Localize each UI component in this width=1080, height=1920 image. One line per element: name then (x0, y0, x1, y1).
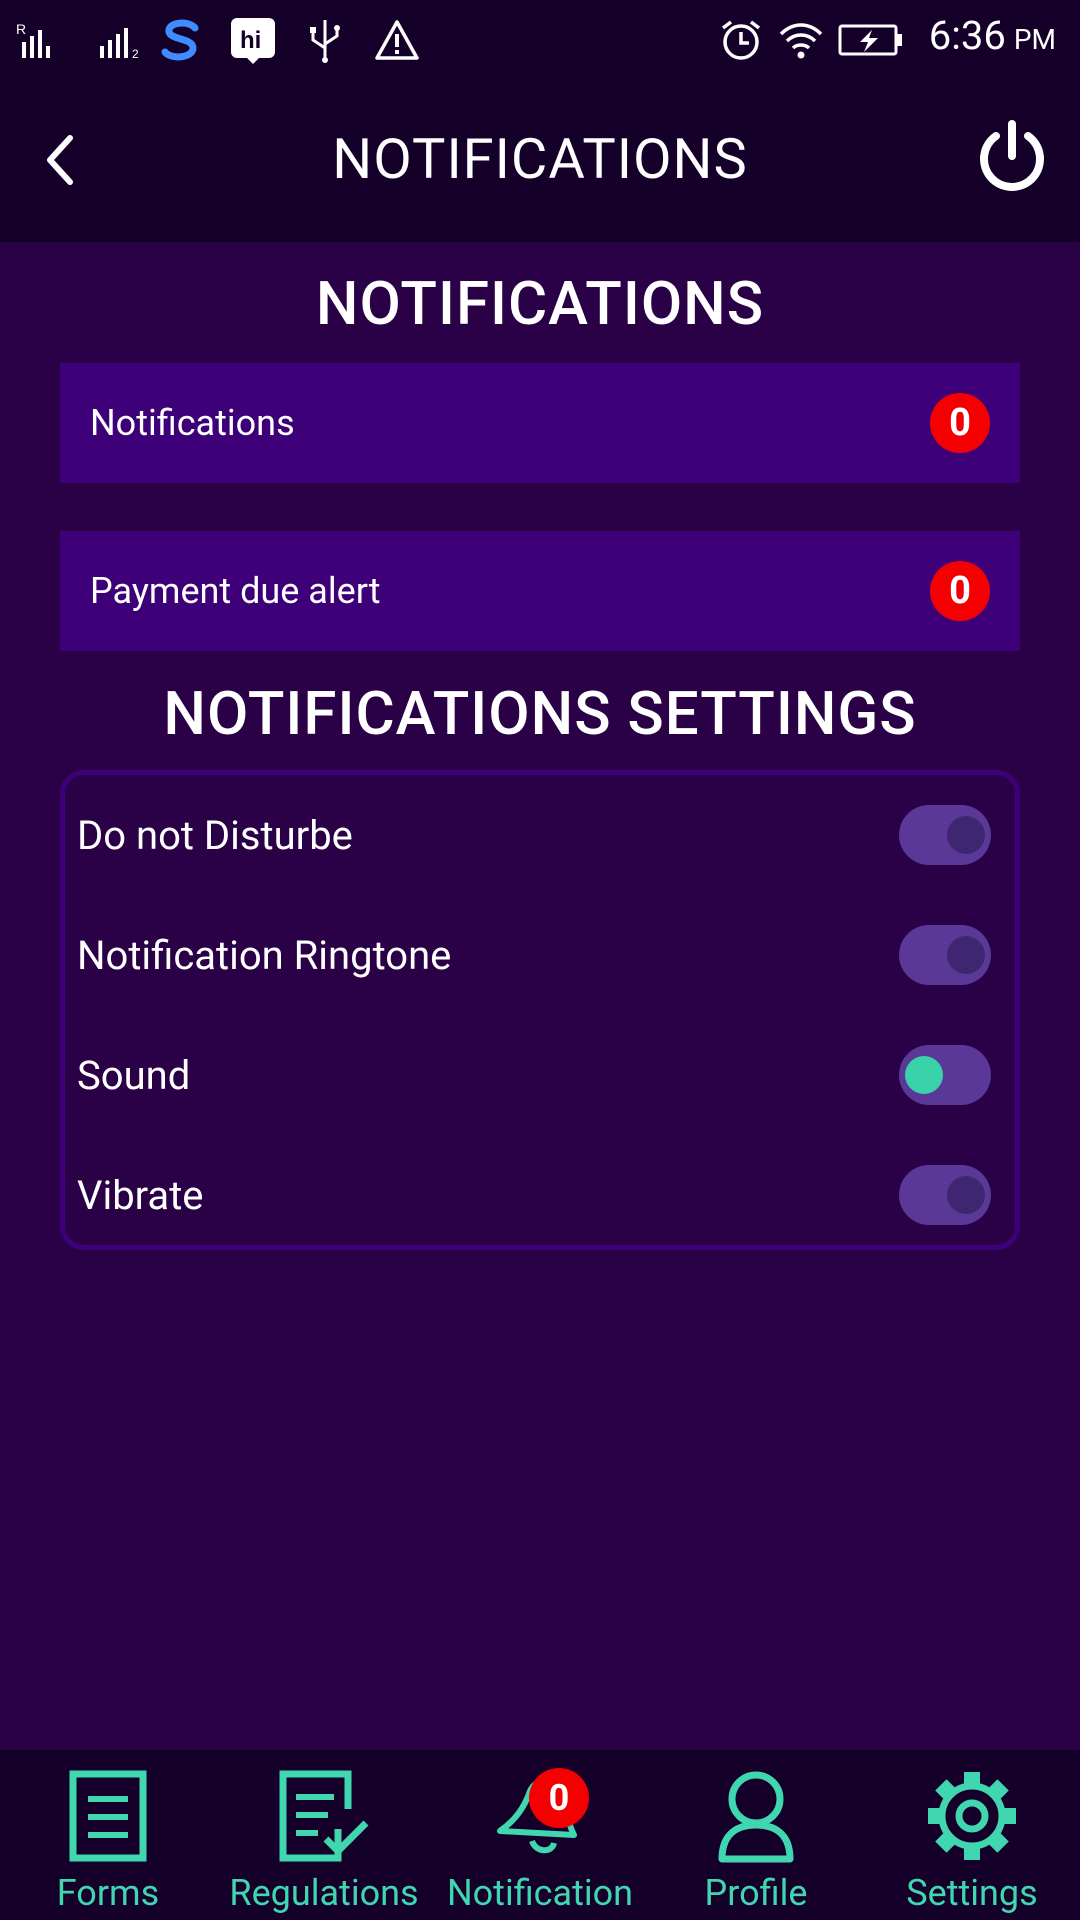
wifi-icon (776, 12, 826, 68)
bell-icon: 0 (485, 1764, 595, 1868)
user-icon (701, 1764, 811, 1868)
setting-row-do-not-disturb: Do not Disturbe (65, 775, 1015, 895)
alarm-icon (718, 12, 764, 68)
notification-ringtone-toggle[interactable] (899, 925, 991, 985)
toggle-knob (947, 816, 985, 854)
s-app-icon (156, 12, 206, 68)
sound-toggle[interactable] (899, 1045, 991, 1105)
nav-notification-label: Notification (446, 1872, 634, 1914)
nav-profile[interactable]: Profile (648, 1750, 864, 1920)
nav-regulations-label: Regulations (229, 1872, 419, 1914)
vibrate-toggle[interactable] (899, 1165, 991, 1225)
hi-app-icon: hi (228, 12, 278, 68)
app-bar-title: NOTIFICATIONS (332, 126, 748, 192)
nav-settings-label: Settings (906, 1872, 1038, 1914)
notifications-row-label: Notifications (90, 402, 295, 444)
setting-label: Notification Ringtone (77, 931, 452, 979)
svg-text:2: 2 (132, 47, 139, 60)
count-badge: 0 (930, 393, 990, 453)
warning-icon (372, 12, 422, 68)
payment-due-alert-label: Payment due alert (90, 570, 381, 612)
form-icon (53, 1764, 163, 1868)
nav-settings[interactable]: Settings (864, 1750, 1080, 1920)
count-badge: 0 (930, 561, 990, 621)
power-icon (980, 120, 1044, 191)
clock: 6:36 PM (929, 12, 1056, 68)
svg-text:hi: hi (240, 27, 261, 54)
checklist-icon (269, 1764, 379, 1868)
nav-forms-label: Forms (56, 1872, 160, 1914)
status-bar: R 2 hi 6:36 PM (0, 0, 1080, 80)
nav-notification[interactable]: 0 Notification (432, 1750, 648, 1920)
toggle-knob (947, 1176, 985, 1214)
setting-label: Do not Disturbe (77, 811, 353, 859)
do-not-disturb-toggle[interactable] (899, 805, 991, 865)
signal-r-icon: R (14, 12, 64, 68)
svg-text:R: R (16, 21, 26, 37)
setting-label: Vibrate (77, 1171, 204, 1219)
logout-button[interactable] (970, 114, 1054, 198)
bottom-navigation: Forms Regulations 0 Notification Profile (0, 1750, 1080, 1920)
notifications-row[interactable]: Notifications 0 (60, 363, 1020, 483)
app-bar: NOTIFICATIONS (0, 80, 1080, 242)
battery-charging-icon (836, 12, 906, 68)
settings-panel: Do not Disturbe Notification Ringtone So… (60, 770, 1020, 1250)
clock-ampm: PM (1013, 23, 1056, 56)
notifications-heading: NOTIFICATIONS (315, 268, 765, 339)
nav-forms[interactable]: Forms (0, 1750, 216, 1920)
signal-2-icon: 2 (96, 12, 146, 68)
gear-icon (917, 1764, 1027, 1868)
setting-label: Sound (77, 1051, 191, 1099)
notifications-settings-heading: NOTIFICATIONS SETTINGS (163, 678, 917, 749)
payment-due-alert-row[interactable]: Payment due alert 0 (60, 531, 1020, 651)
usb-icon (302, 12, 348, 68)
setting-row-vibrate: Vibrate (65, 1135, 1015, 1255)
notification-count-badge: 0 (529, 1768, 589, 1828)
setting-row-sound: Sound (65, 1015, 1015, 1135)
setting-row-notification-ringtone: Notification Ringtone (65, 895, 1015, 1015)
clock-time: 6:36 (928, 12, 1006, 59)
toggle-knob (905, 1056, 943, 1094)
toggle-knob (947, 936, 985, 974)
nav-profile-label: Profile (704, 1872, 808, 1914)
nav-regulations[interactable]: Regulations (216, 1750, 432, 1920)
